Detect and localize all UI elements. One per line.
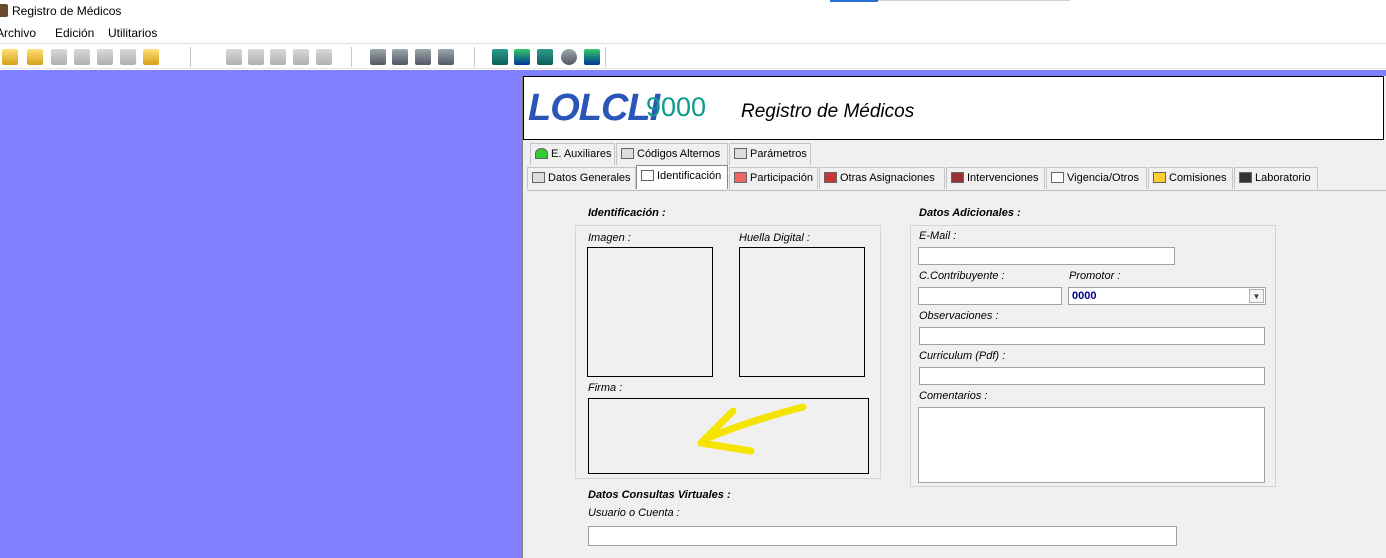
tab-participacion[interactable]: Participación	[729, 167, 818, 189]
paste-icon[interactable]	[293, 49, 309, 65]
comentarios-field[interactable]	[918, 407, 1265, 483]
card-icon	[532, 172, 545, 183]
registro-medicos-form: LOLCLI 9000 Registro de Médicos E. Auxil…	[522, 76, 1386, 558]
eraser-icon[interactable]	[316, 49, 332, 65]
id-icon	[641, 170, 654, 181]
email-label: E-Mail :	[919, 230, 957, 242]
window-title: Registro de Médicos	[12, 4, 122, 18]
huella-label: Huella Digital :	[739, 232, 810, 244]
email-field[interactable]	[918, 247, 1175, 265]
usuario-label: Usuario o Cuenta :	[588, 507, 680, 519]
lolcli-logo: LOLCLI	[528, 87, 660, 129]
window-icon	[621, 148, 634, 159]
imagen-box[interactable]	[587, 247, 713, 377]
taskbar-line	[878, 0, 1070, 1]
curriculum-label: Curriculum (Pdf) :	[919, 350, 1006, 362]
monitor-icon	[734, 148, 747, 159]
arrow-annotation	[697, 403, 807, 455]
identificacion-title: Identificación :	[588, 207, 666, 219]
save-icon[interactable]	[51, 49, 67, 65]
cut-icon[interactable]	[248, 49, 264, 65]
tab-vigencia-otros[interactable]: Vigencia/Otros	[1046, 167, 1147, 189]
tab-datos-generales[interactable]: Datos Generales	[527, 167, 636, 189]
copy-icon[interactable]	[270, 49, 286, 65]
banner-title: Registro de Médicos	[741, 101, 915, 122]
app-icon	[0, 4, 8, 17]
exit-icon[interactable]	[2, 49, 18, 65]
menu-edicion[interactable]: Edición	[55, 26, 94, 40]
tab-codigos-alternos[interactable]: Códigos Alternos	[616, 143, 728, 165]
datos-adicionales-title: Datos Adicionales :	[919, 207, 1021, 219]
promotor-value: 0000	[1072, 290, 1097, 302]
form-banner: LOLCLI 9000 Registro de Médicos	[523, 76, 1384, 140]
toolbar-separator	[190, 47, 191, 67]
contribuyente-field[interactable]	[918, 287, 1062, 305]
huella-box[interactable]	[739, 247, 865, 377]
logo-number: 9000	[646, 92, 707, 122]
toolbar-separator	[474, 47, 475, 67]
scalpel-icon	[951, 172, 964, 183]
observaciones-field[interactable]	[919, 327, 1265, 345]
curriculum-field[interactable]	[919, 367, 1265, 385]
promotor-select[interactable]: 0000 ▼	[1068, 287, 1266, 305]
tab-intervenciones[interactable]: Intervenciones	[946, 167, 1045, 189]
chevron-down-icon[interactable]: ▼	[1249, 289, 1264, 303]
calculator-icon[interactable]	[492, 49, 508, 65]
flask-icon	[1239, 172, 1252, 183]
calendar-icon[interactable]	[514, 49, 530, 65]
find-icon[interactable]	[370, 49, 386, 65]
menu-bar: Archivo Edición Utilitarios	[0, 22, 1386, 42]
calendar-icon	[1051, 172, 1064, 183]
menu-utilitarios[interactable]: Utilitarios	[108, 26, 157, 40]
blocks-icon	[824, 172, 837, 183]
firma-box[interactable]	[588, 398, 869, 474]
taskbar-accent	[830, 0, 878, 2]
copy-record-icon[interactable]	[392, 49, 408, 65]
tab-e-auxiliares[interactable]: E. Auxiliares	[530, 143, 615, 165]
tab-comisiones[interactable]: Comisiones	[1148, 167, 1233, 189]
toolbar-separator	[351, 47, 352, 67]
help-icon[interactable]	[584, 49, 600, 65]
promotor-label: Promotor :	[1069, 270, 1121, 282]
flow-icon	[734, 172, 747, 183]
firma-label: Firma :	[588, 382, 623, 394]
undo-icon[interactable]	[226, 49, 242, 65]
toolbar-separator	[605, 47, 606, 67]
contribuyente-label: C.Contribuyente :	[919, 270, 1005, 282]
new-icon[interactable]	[27, 49, 43, 65]
tab-identificacion[interactable]: Identificación	[636, 165, 728, 189]
tab-otras-asignaciones[interactable]: Otras Asignaciones	[819, 167, 945, 189]
toolbar	[0, 43, 1386, 69]
menu-archivo[interactable]: Archivo	[0, 26, 36, 40]
print-icon[interactable]	[97, 49, 113, 65]
database-icon[interactable]	[74, 49, 90, 65]
preview-icon[interactable]	[120, 49, 136, 65]
money-icon	[1153, 172, 1166, 183]
tab-laboratorio[interactable]: Laboratorio	[1234, 167, 1318, 189]
imagen-label: Imagen :	[588, 232, 631, 244]
observaciones-label: Observaciones :	[919, 310, 999, 322]
info-icon[interactable]	[561, 49, 577, 65]
usuario-field[interactable]	[588, 526, 1177, 546]
door-icon[interactable]	[143, 49, 159, 65]
comentarios-label: Comentarios :	[919, 390, 988, 402]
check-icon[interactable]	[415, 49, 431, 65]
edit-icon[interactable]	[438, 49, 454, 65]
consultas-virtuales-title: Datos Consultas Virtuales :	[588, 489, 731, 501]
tab-parametros[interactable]: Parámetros	[729, 143, 811, 165]
triangle-icon	[535, 148, 548, 159]
title-bar: Registro de Médicos	[0, 0, 1386, 22]
book-icon[interactable]	[537, 49, 553, 65]
